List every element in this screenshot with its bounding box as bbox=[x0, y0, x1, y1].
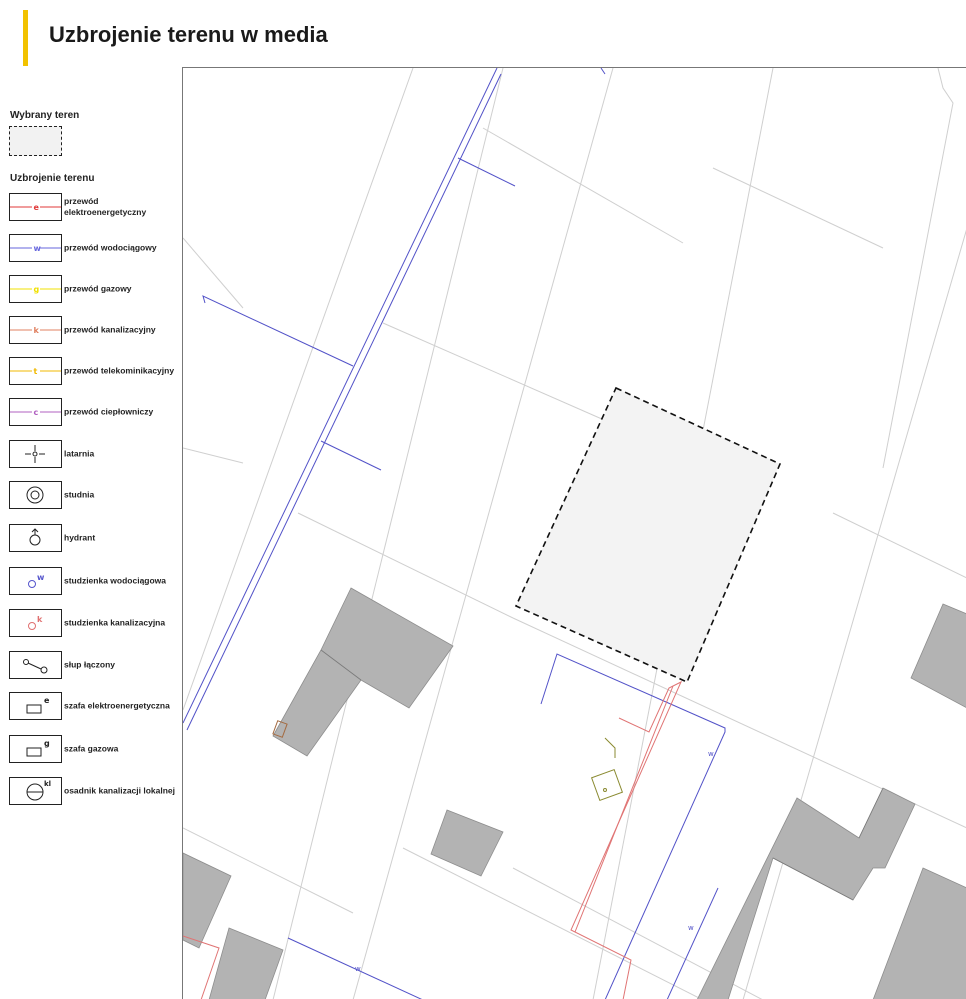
legend-item-water: w przewód wodociągowy bbox=[9, 234, 179, 262]
legend-item-label: studnia bbox=[64, 489, 95, 500]
hydrant-icon bbox=[9, 524, 62, 552]
legend-item-label: szafa gazowa bbox=[64, 743, 119, 754]
water-pipe bbox=[202, 295, 354, 367]
legend-item-well: studnia bbox=[9, 481, 179, 509]
parcel-line bbox=[882, 68, 954, 469]
legend-item-gas: g przewód gazowy bbox=[9, 275, 179, 303]
water-pipe-labels: w w w bbox=[355, 750, 714, 973]
parcel-line bbox=[382, 322, 612, 424]
water-pipe bbox=[457, 157, 516, 187]
legend-item-sewer_manhole: k studzienka kanalizacyjna bbox=[9, 609, 179, 637]
svg-text:w: w bbox=[34, 244, 42, 253]
building bbox=[910, 603, 966, 708]
building bbox=[183, 852, 232, 949]
map-svg: w w w bbox=[183, 68, 966, 999]
building bbox=[272, 587, 454, 757]
legend-selected-heading: Wybrany teren bbox=[10, 110, 80, 121]
legend-item-label: studzienka kanalizacyjna bbox=[64, 617, 166, 628]
svg-text:e: e bbox=[44, 696, 50, 705]
building bbox=[872, 867, 966, 999]
legend-item-sewer: k przewód kanalizacyjny bbox=[9, 316, 179, 344]
building bbox=[697, 787, 916, 999]
svg-text:g: g bbox=[34, 285, 40, 294]
legend-item-label: przewód telekominikacyjny bbox=[64, 365, 175, 376]
svg-text:e: e bbox=[34, 203, 40, 212]
buildings bbox=[183, 587, 966, 999]
sewer-pipe bbox=[574, 685, 674, 933]
legend-item-label: studzienka wodociągowa bbox=[64, 575, 167, 586]
legend-line-symbol: g bbox=[9, 275, 62, 303]
legend-item-electric: e przewód elektroenergetyczny bbox=[9, 193, 179, 221]
legend-item-label: osadnik kanalizacji lokalnej bbox=[64, 785, 176, 796]
parcel-line bbox=[402, 847, 703, 999]
legend-panel: Wybrany teren Uzbrojenie terenu e przewód… bbox=[0, 0, 180, 999]
building bbox=[430, 809, 504, 877]
legend-utilities-heading: Uzbrojenie terenu bbox=[10, 173, 95, 184]
water-pipe-label: w bbox=[688, 924, 694, 932]
gas-cabinet bbox=[590, 737, 624, 802]
gas-cabinet-box bbox=[590, 768, 624, 802]
selected-area-swatch bbox=[9, 126, 62, 156]
legend-item-label: przewód elektroenergetyczny bbox=[64, 196, 147, 217]
legend-item-hydrant: hydrant bbox=[9, 524, 179, 552]
water-pipe-label: w bbox=[708, 750, 714, 758]
legend-item-label: przewód kanalizacyjny bbox=[64, 324, 156, 335]
well-icon bbox=[9, 481, 62, 509]
building bbox=[208, 927, 284, 999]
legend-item-label: przewód wodociągowy bbox=[64, 242, 157, 253]
svg-text:k: k bbox=[37, 615, 43, 624]
svg-text:g: g bbox=[44, 739, 50, 748]
svg-text:kl: kl bbox=[44, 780, 51, 788]
legend-item-lamp: latarnia bbox=[9, 440, 179, 468]
sewer-pipe bbox=[570, 680, 683, 999]
legend-line-symbol: c bbox=[9, 398, 62, 426]
legend-item-pole: słup łączony bbox=[9, 651, 179, 679]
legend-line-symbol: t bbox=[9, 357, 62, 385]
legend-item-label: latarnia bbox=[64, 448, 95, 459]
legend-item-label: przewód gazowy bbox=[64, 283, 132, 294]
parcel-line bbox=[712, 167, 884, 249]
parcel-line bbox=[183, 447, 244, 464]
gas-connector bbox=[604, 737, 616, 758]
legend-item-label: przewód ciepłowniczy bbox=[64, 406, 154, 417]
legend-line-symbol: k bbox=[9, 316, 62, 344]
svg-text:k: k bbox=[34, 326, 40, 335]
parcel-line bbox=[832, 512, 966, 579]
legend-item-label: szafa elektroenergetyczna bbox=[64, 700, 170, 711]
water-pipe bbox=[540, 653, 726, 999]
legend-item-electric_cabinet: e szafa elektroenergetyczna bbox=[9, 692, 179, 720]
map-canvas[interactable]: w w w bbox=[182, 67, 966, 999]
gas-cabinet-dot bbox=[603, 788, 607, 792]
septic-icon: kl bbox=[9, 777, 62, 805]
legend-item-gas_cabinet: g szafa gazowa bbox=[9, 735, 179, 763]
water-pipe bbox=[320, 440, 382, 471]
legend-item-label: słup łączony bbox=[64, 659, 116, 670]
pole-icon bbox=[9, 651, 62, 679]
cabinet-icon: e bbox=[9, 692, 62, 720]
parcel-line bbox=[183, 237, 244, 309]
legend-item-water_manhole: w studzienka wodociągowa bbox=[9, 567, 179, 595]
legend-line-symbol: e bbox=[9, 193, 62, 221]
cabinet-icon: g bbox=[9, 735, 62, 763]
water-pipe bbox=[600, 68, 606, 75]
legend-item-label: hydrant bbox=[64, 532, 96, 543]
legend-item-septic: kl osadnik kanalizacji lokalnej bbox=[9, 777, 179, 805]
legend-line-symbol: w bbox=[9, 234, 62, 262]
manhole-icon: w bbox=[9, 567, 62, 595]
lamp-icon bbox=[9, 440, 62, 468]
svg-text:w: w bbox=[37, 573, 45, 582]
legend-item-telecom: t przewód telekominikacyjny bbox=[9, 357, 179, 385]
manhole-icon: k bbox=[9, 609, 62, 637]
legend-item-heat: c przewód ciepłowniczy bbox=[9, 398, 179, 426]
water-pipe-label: w bbox=[355, 965, 361, 973]
svg-text:t: t bbox=[34, 367, 38, 376]
svg-text:c: c bbox=[34, 408, 39, 417]
parcel-line bbox=[297, 512, 514, 619]
